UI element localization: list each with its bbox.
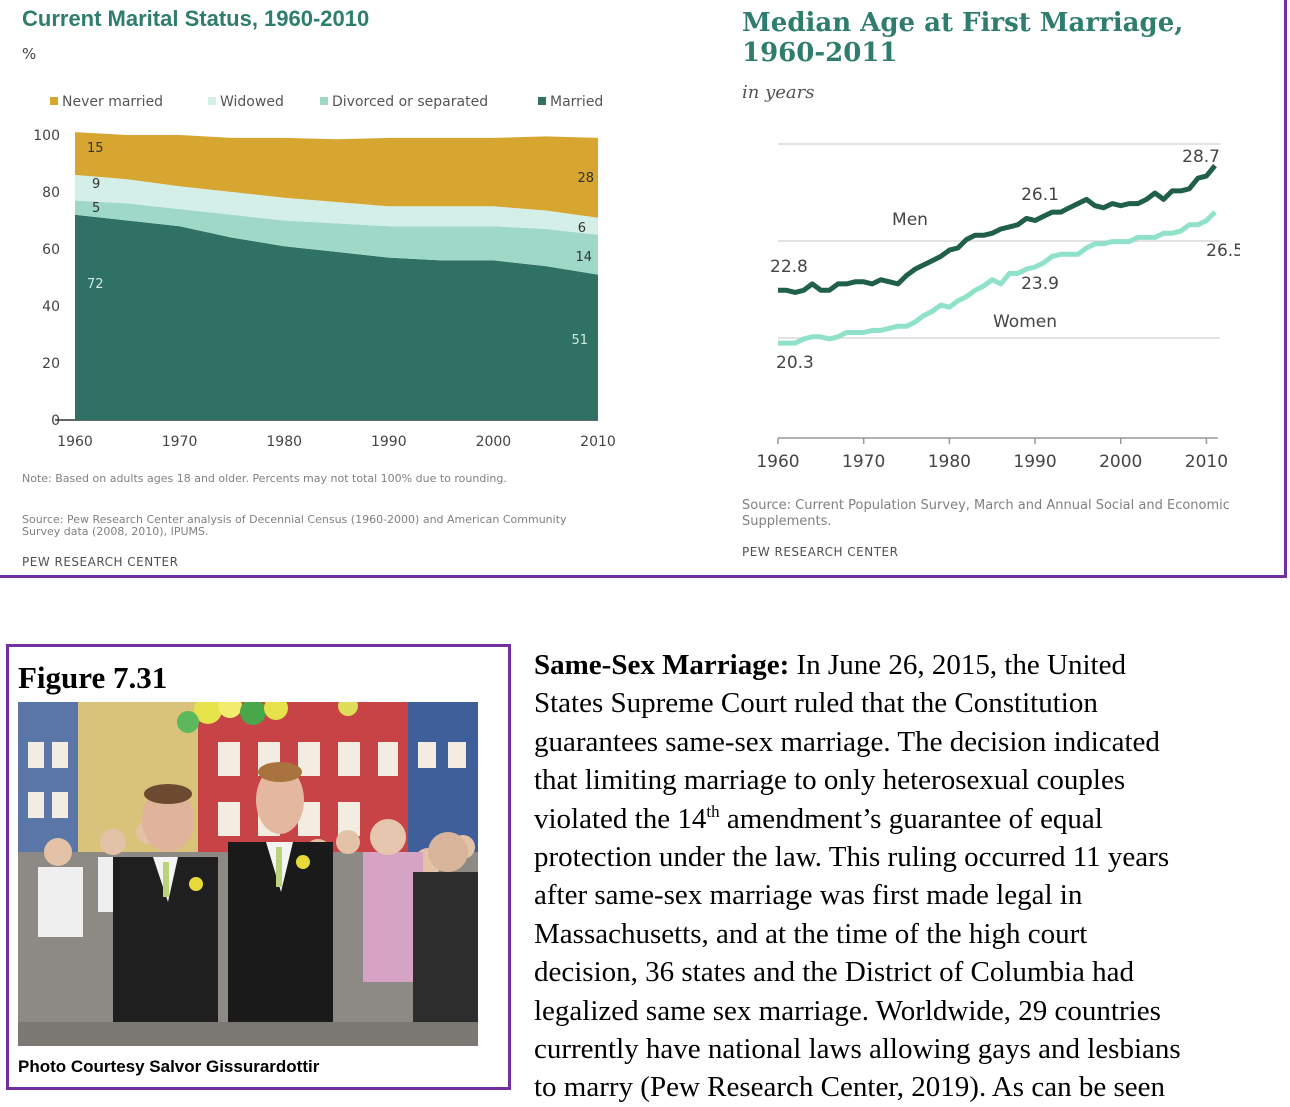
x-tick-label: 1980: [266, 434, 302, 450]
x-tick-label: 1990: [1013, 452, 1056, 472]
end-label-widowed: 6: [578, 221, 586, 236]
end-label-divorced: 14: [575, 250, 592, 265]
age-chart-subtitle: in years: [742, 82, 815, 103]
article-heading: Same-Sex Marriage:: [534, 649, 790, 681]
label-men-mid: 26.1: [1021, 185, 1059, 205]
legend-swatch: [538, 97, 546, 105]
article-line-2: States Supreme Court ruled that the Cons…: [534, 687, 1098, 720]
x-tick-label: 1980: [928, 452, 971, 472]
marital-note: Note: Based on adults ages 18 and older.…: [22, 472, 507, 485]
article-line-1: In June 26, 2015, the United: [789, 649, 1126, 681]
x-tick-label: 1990: [371, 434, 407, 450]
y-tick-label: 20: [42, 356, 60, 372]
y-tick-label: 100: [33, 128, 60, 144]
marital-status-chart: Never married Widowed Divorced or separate…: [33, 94, 616, 450]
label-women: Women: [993, 312, 1057, 332]
x-tick-label: 1970: [162, 434, 198, 450]
legend-swatch: [208, 97, 216, 105]
end-label-married: 51: [571, 333, 588, 348]
legend-swatch: [50, 97, 58, 105]
article-line-6: protection under the law. This ruling oc…: [534, 841, 1170, 874]
start-label-never: 15: [87, 141, 104, 156]
age-x-axis: 1960 1970 1980 1990 2000 2010: [756, 437, 1228, 472]
start-label-married: 72: [87, 277, 104, 292]
photo-credit: Photo Courtesy Salvor Gissurardottir: [18, 1057, 320, 1076]
label-women-mid: 23.9: [1021, 274, 1059, 294]
line-men: [778, 164, 1217, 295]
x-tick-label: 2010: [1185, 452, 1228, 472]
start-label-widowed: 9: [92, 177, 100, 192]
wedding-parade-photo: [18, 702, 478, 1046]
y-tick-label: 0: [51, 413, 60, 429]
article-line-9: decision, 36 states and the District of …: [534, 956, 1135, 989]
figure-title: Figure 7.31: [18, 660, 168, 695]
article-line-5: violated the 14th amendment’s guarantee …: [534, 800, 1284, 838]
ordinal-suffix: th: [706, 801, 720, 821]
y-tick-label: 40: [42, 299, 60, 315]
legend-label: Never married: [62, 94, 163, 110]
y-tick-label: 80: [42, 185, 60, 201]
y-tick-label: 60: [42, 242, 60, 258]
article-line-10: legalized same sex marriage. Worldwide, …: [534, 994, 1161, 1027]
marital-legend: Never married Widowed Divorced or separate…: [50, 94, 603, 110]
article-line-12: to marry (Pew Research Center, 2019). As…: [534, 1071, 1165, 1104]
legend-label: Widowed: [220, 94, 284, 110]
legend-swatch: [320, 97, 328, 105]
marital-chart-title: Current Marital Status, 1960-2010: [22, 6, 370, 31]
legend-label: Divorced or separated: [332, 94, 488, 110]
x-tick-label: 1970: [842, 452, 885, 472]
age-labels: Men Women 22.8 26.1 28.7 20.3 23.9 26.5: [770, 147, 1240, 373]
article-paragraph: Same-Sex Marriage: In June 26, 2015, the…: [534, 646, 1284, 1107]
marital-areas: [75, 132, 598, 420]
x-tick-label: 2000: [476, 434, 512, 450]
median-age-chart: Men Women 22.8 26.1 28.7 20.3 23.9 26.5 1960 197…: [756, 143, 1240, 472]
marital-source: Source: Pew Research Center analysis of …: [22, 513, 567, 538]
age-gridlines: [778, 143, 1220, 339]
marital-credit: PEW RESEARCH CENTER: [22, 555, 179, 569]
end-label-never: 28: [577, 171, 594, 186]
x-tick-label: 2000: [1099, 452, 1142, 472]
label-women-start: 20.3: [776, 353, 814, 373]
age-chart-title: Median Age at First Marriage, 1960-2011: [742, 8, 1184, 68]
article-line-5b: amendment’s guarantee of equal: [719, 802, 1103, 835]
age-source: Source: Current Population Survey, March…: [742, 498, 1230, 529]
article-line-7: after same-sex marriage was first made l…: [534, 879, 1083, 912]
age-credit: PEW RESEARCH CENTER: [742, 545, 899, 559]
legend-label: Married: [550, 94, 603, 110]
article-line-8: Massachusetts, and at the time of the hi…: [534, 917, 1088, 950]
article-line-4: that limiting marriage to only heterosex…: [534, 764, 1126, 797]
label-men-end: 28.7: [1182, 147, 1220, 167]
start-label-divorced: 5: [92, 201, 100, 216]
marital-chart-unit: %: [22, 45, 37, 63]
label-men-start: 22.8: [770, 257, 808, 277]
article-line-5a: violated the 14: [534, 802, 707, 835]
article-line-3: guarantees same-sex marriage. The decisi…: [534, 725, 1160, 758]
article-line-11: currently have national laws allowing ga…: [534, 1033, 1181, 1066]
label-women-end: 26.5: [1206, 241, 1240, 261]
x-tick-label: 2010: [580, 434, 616, 450]
x-tick-label: 1960: [57, 434, 93, 450]
x-tick-label: 1960: [756, 452, 799, 472]
label-men: Men: [892, 210, 928, 230]
